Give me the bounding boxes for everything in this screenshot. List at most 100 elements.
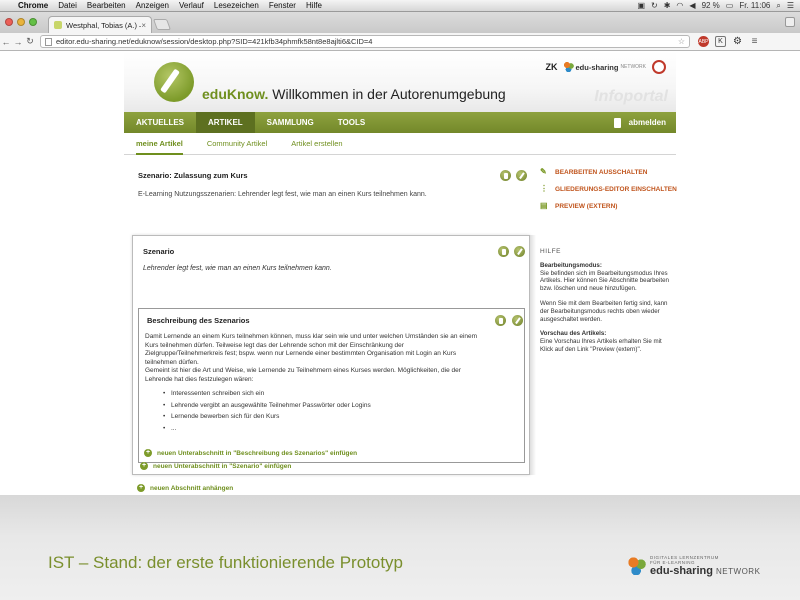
browser-tabbar: Westphal, Tobias (A.) – R4 × [0,12,800,33]
help-mode-text: Sie befinden sich im Bearbeitungsmodus I… [540,269,669,293]
close-tab-icon[interactable]: × [141,21,146,30]
document-icon: ▤ [540,201,548,210]
subtab-community-artikel[interactable]: Community Artikel [207,133,267,155]
extension-k-icon[interactable]: K [715,36,726,47]
nav-tab-tools[interactable]: TOOLS [326,112,377,133]
subtab-meine-artikel[interactable]: meine Artikel [136,133,183,155]
status-area: ▣ ↻ ✱ ◠ ◀ 92 % ▭ Fr. 11:06 ⌕ ☰ [637,1,800,11]
new-tab-button[interactable] [152,19,172,30]
menu-datei[interactable]: Datei [58,1,77,10]
url-field[interactable]: editor.edu-sharing.net/eduknow/session/d… [40,35,690,48]
article-header: Szenario: Zulassung zum Kurs E-Learning … [138,171,528,198]
plus-icon: + [144,449,152,457]
menu-app[interactable]: Chrome [18,1,48,10]
clock[interactable]: Fr. 11:06 [739,1,770,10]
reload-icon[interactable]: ↻ [24,36,36,47]
browser-tab[interactable]: Westphal, Tobias (A.) – R4 × [48,16,152,33]
plus-icon: + [137,484,145,492]
edit-subsection-icon[interactable] [512,315,523,326]
subsection-list: Interessenten schreiben sich ein Lehrend… [163,390,480,434]
maximize-window-button[interactable] [29,18,37,26]
nav-tab-sammlung[interactable]: SAMMLUNG [255,112,326,133]
welcome-text: Willkommen in der Autorenumgebung [272,86,506,102]
menu-anzeigen[interactable]: Anzeigen [136,1,169,10]
extensions: ABP K ⚙ ≡ [698,36,760,47]
menu-lesezeichen[interactable]: Lesezeichen [214,1,259,10]
status-icon[interactable]: ▣ [637,1,645,10]
wifi-icon[interactable]: ◠ [676,1,683,10]
menu-bearbeiten[interactable]: Bearbeiten [87,1,126,10]
nav-tab-artikel[interactable]: ARTIKEL [196,112,255,133]
site-header: eduKnow. Willkommen in der Autorenumgebu… [124,52,676,112]
logout-label: abmelden [628,118,666,127]
editor-shadow [530,235,536,475]
edit-article-icon[interactable] [516,170,527,181]
subsection-paragraph-1: Damit Lernende an einem Kurs teilnehmen … [145,333,478,366]
sync-icon[interactable]: ↻ [651,1,658,10]
edu-sharing-dots-icon [628,557,646,575]
back-icon[interactable]: ← [0,37,12,47]
forward-icon[interactable]: → [12,37,24,47]
delete-subsection-icon[interactable] [495,315,506,326]
shield-logo-icon [652,60,666,74]
battery-icon[interactable]: ▭ [726,1,734,10]
help-done-text: Wenn Sie mit dem Bearbeiten fertig sind,… [540,299,668,323]
article-icons [500,170,527,181]
outline-editor-action[interactable]: ⋮ GLIEDERUNGS-EDITOR EINSCHALTEN [540,185,680,193]
page-icon [45,37,52,46]
settings-gear-icon[interactable]: ⚙ [732,36,743,47]
spotlight-icon[interactable]: ⌕ [776,1,780,11]
bluetooth-icon[interactable]: ✱ [664,1,671,10]
wrench-action-icon: ✎ [540,167,547,176]
section-icons [498,246,525,257]
outline-icon: ⋮ [540,184,548,193]
list-item: ... [163,425,480,434]
article-title: Szenario: Zulassung zum Kurs [138,171,248,180]
delete-section-icon[interactable] [498,246,509,257]
list-item: Interessenten schreiben sich ein [163,390,480,399]
add-subsection-beschreibung-link[interactable]: + neuen Unterabschnitt in "Beschreibung … [144,449,357,457]
menu-hilfe[interactable]: Hilfe [306,1,322,10]
volume-icon[interactable]: ◀ [689,1,695,10]
fullscreen-button[interactable] [785,17,795,27]
mac-menubar: Chrome Datei Bearbeiten Anzeigen Verlauf… [0,0,800,12]
action-links: ✎ BEARBEITEN AUSSCHALTEN ⋮ GLIEDERUNGS-E… [540,168,680,219]
edu-sharing-dots-icon [563,62,574,72]
toggle-edit-action[interactable]: ✎ BEARBEITEN AUSSCHALTEN [540,168,680,176]
subtab-artikel-erstellen[interactable]: Artikel erstellen [291,133,342,155]
logout-button[interactable]: abmelden [613,117,676,128]
edit-section-icon[interactable] [514,246,525,257]
adblock-icon[interactable]: ABP [698,36,709,47]
notification-icon[interactable]: ☰ [787,1,794,10]
menu-fenster[interactable]: Fenster [269,1,296,10]
close-window-button[interactable] [5,18,13,26]
subsection-body: Damit Lernende an einem Kurs teilnehmen … [145,333,480,436]
nav-tab-aktuelles[interactable]: AKTUELLES [124,112,196,133]
article-description: E-Learning Nutzungsszenarien: Lehrender … [138,191,427,198]
subsection-title: Beschreibung des Szenarios [147,316,250,325]
minimize-window-button[interactable] [17,18,25,26]
add-subsection-szenario-link[interactable]: + neuen Unterabschnitt in "Szenario" ein… [140,462,291,470]
preview-action[interactable]: ▤ PREVIEW (EXTERN) [540,202,680,210]
subsection-icons [495,315,523,326]
url-text[interactable]: editor.edu-sharing.net/eduknow/session/d… [56,37,678,46]
help-heading: HILFE [540,248,561,255]
plus-icon: + [140,462,148,470]
battery-text[interactable]: 92 % [702,1,720,10]
menu-verlauf[interactable]: Verlauf [179,1,204,10]
list-item: Lernende bewerben sich für den Kurs [163,413,480,422]
section-title: Szenario [143,247,175,256]
main-nav: AKTUELLES ARTIKEL SAMMLUNG TOOLS abmelde… [124,112,676,133]
sub-nav: meine Artikel Community Artikel Artikel … [124,133,676,155]
bookmark-star-icon[interactable]: ☆ [678,37,685,46]
address-toolbar: ← → ↻ editor.edu-sharing.net/eduknow/ses… [0,33,800,51]
subsection-paragraph-2: Gemeint ist hier die Art und Weise, wie … [145,367,461,383]
list-item: Lehrende vergibt an ausgewählte Teilnehm… [163,402,480,411]
edu-sharing-logo: edu-sharing NETWORK [563,62,646,72]
wrench-icon[interactable]: ≡ [749,36,760,47]
add-section-link[interactable]: + neuen Abschnitt anhängen [137,484,233,492]
zk-logo: ZK [545,62,558,72]
help-panel: HILFE Bearbeitungsmodus: Sie befinden si… [540,248,676,361]
delete-article-icon[interactable] [500,170,511,181]
brand-name: eduKnow. [202,86,269,102]
